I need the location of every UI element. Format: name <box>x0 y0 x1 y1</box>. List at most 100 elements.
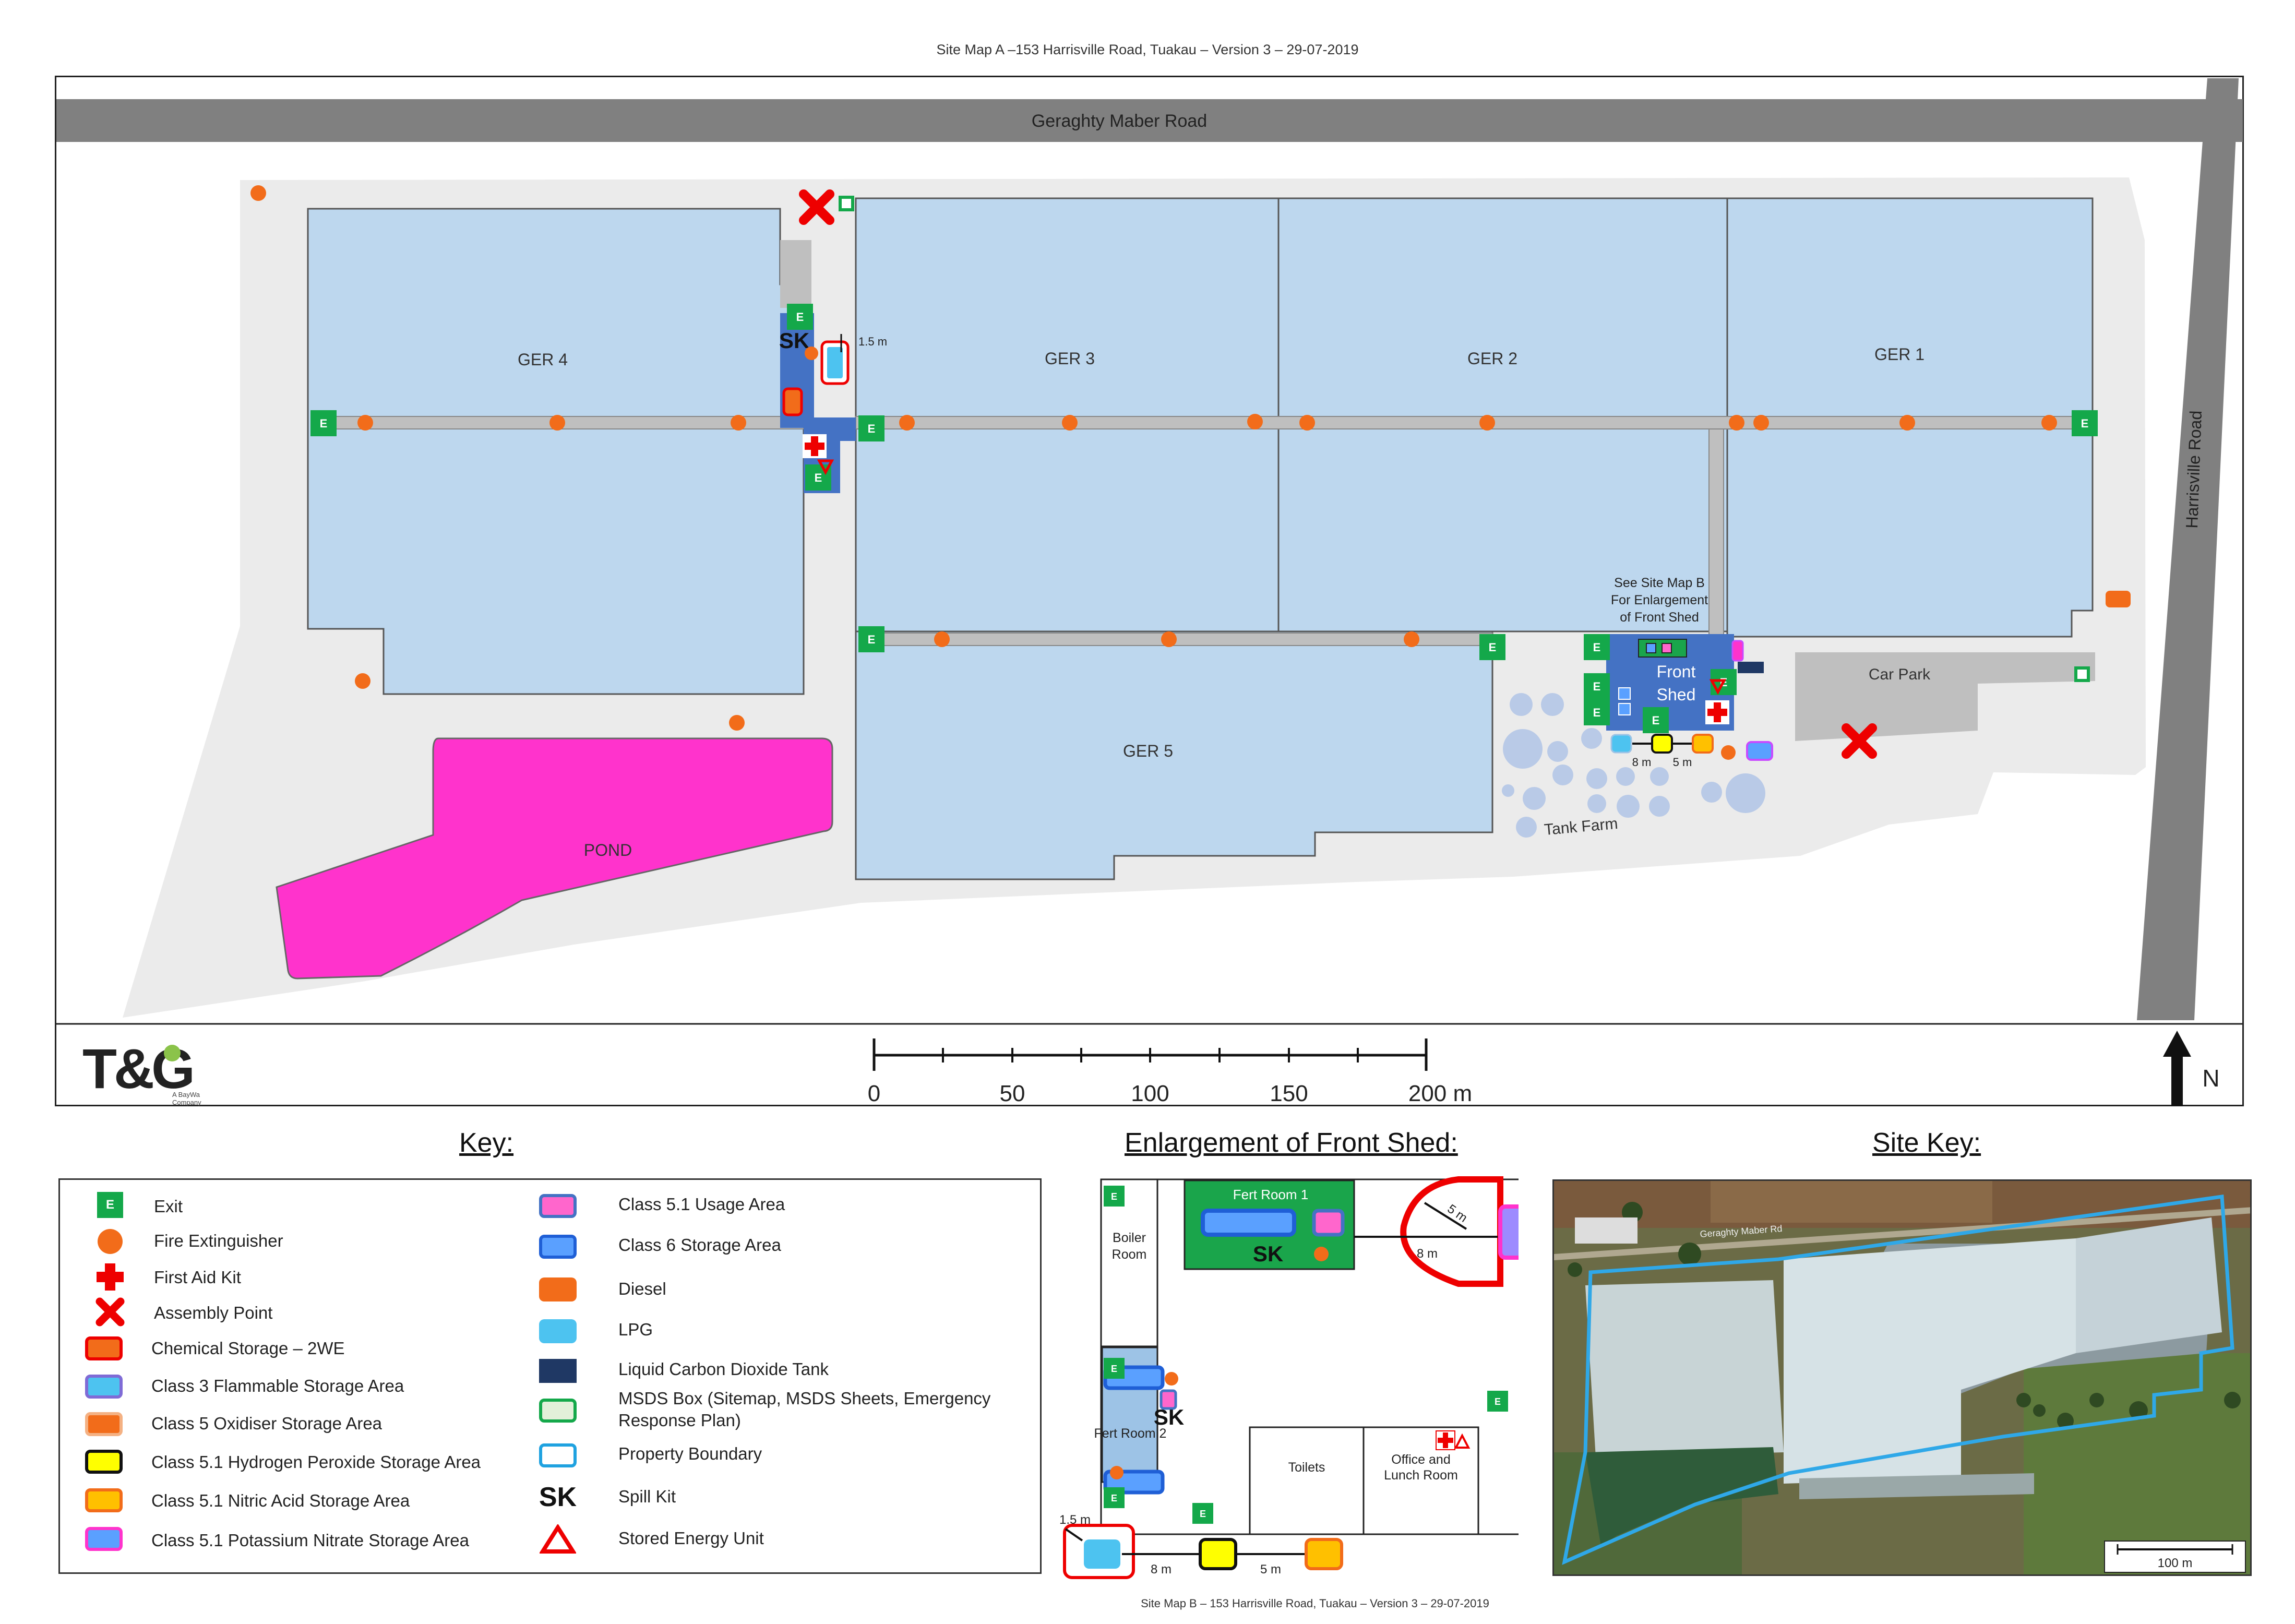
svg-text:E: E <box>1489 641 1497 654</box>
scale-200: 200 m <box>1408 1081 1472 1106</box>
diesel-swatch <box>539 1277 577 1301</box>
key-title: Key: <box>459 1128 514 1158</box>
ger5-label: GER 5 <box>1123 742 1173 760</box>
key-label: Fire Extinguisher <box>154 1231 283 1250</box>
svg-text:E: E <box>1593 641 1601 654</box>
boiler-room-label-2: Room <box>1112 1247 1147 1262</box>
office-label-2: Lunch Room <box>1384 1468 1458 1483</box>
see-map-b-line1: See Site Map B <box>1614 576 1705 590</box>
enl-dist-5m-b: 5 m <box>1260 1562 1281 1577</box>
geraghty-road-label: Geraghty Maber Road <box>1032 111 1207 131</box>
key-label: Class 5.1 Hydrogen Peroxide Storage Area <box>151 1452 481 1472</box>
usage-area-swatch <box>539 1194 577 1218</box>
ger3-label: GER 3 <box>1045 349 1095 368</box>
svg-text:E: E <box>868 422 876 435</box>
enl-dist-8m-b: 8 m <box>1151 1562 1172 1577</box>
key-label: Property Boundary <box>618 1444 762 1463</box>
key-label: Class 5.1 Usage Area <box>618 1195 785 1214</box>
chemical-storage-icon <box>85 1336 123 1360</box>
logo-sub-2: Company <box>172 1098 201 1106</box>
fire-extinguisher-icon <box>98 1229 123 1254</box>
see-map-b-line3: of Front Shed <box>1620 610 1699 625</box>
class6-swatch <box>539 1235 577 1259</box>
front-shed-label: Front <box>1657 662 1696 681</box>
map-dist-5m: 5 m <box>1673 756 1692 769</box>
svg-text:E: E <box>2081 417 2089 430</box>
site-map-a: Geraghty Maber Road Harrisville Road PON… <box>56 78 2243 1106</box>
map-spill-kit: SK <box>779 328 809 353</box>
key-label: Class 5 Oxidiser Storage Area <box>151 1414 382 1433</box>
aisle-south <box>866 632 1493 646</box>
class3-swatch <box>85 1375 123 1399</box>
svg-text:E: E <box>1495 1396 1501 1407</box>
stored-energy-icon <box>540 1524 576 1554</box>
key-label: Exit <box>154 1197 183 1216</box>
toilets-label: Toilets <box>1288 1460 1325 1475</box>
enl-spill-kit-2: SK <box>1154 1405 1184 1429</box>
enl-dist-15: 1.5 m <box>1059 1513 1091 1527</box>
first-aid-icon <box>97 1263 124 1291</box>
svg-text:E: E <box>815 471 822 484</box>
key-label: Liquid Carbon Dioxide Tank <box>618 1359 829 1379</box>
hydrogen-peroxide-swatch <box>85 1450 123 1474</box>
ger4-label: GER 4 <box>518 350 568 369</box>
logo-sub-1: A BayWa <box>172 1091 200 1098</box>
key-box: E Exit Fire Extinguisher First Aid Kit A… <box>58 1178 1042 1574</box>
key-label: Class 3 Flammable Storage Area <box>151 1376 404 1395</box>
msds-box-swatch <box>539 1399 577 1423</box>
potassium-nitrate-swatch <box>85 1527 123 1551</box>
scale-50: 50 <box>1000 1081 1025 1106</box>
key-label: Stored Energy Unit <box>618 1529 764 1548</box>
key-label: Spill Kit <box>618 1487 676 1506</box>
property-boundary-swatch <box>539 1443 577 1467</box>
svg-text:E: E <box>868 633 876 646</box>
svg-text:E: E <box>320 417 328 430</box>
key-label: Class 6 Storage Area <box>618 1235 781 1255</box>
key-label: Diesel <box>618 1279 666 1298</box>
key-label: LPG <box>618 1320 653 1339</box>
scale-150: 150 <box>1270 1081 1308 1106</box>
car-park-label: Car Park <box>1869 666 1931 683</box>
diesel-map <box>2106 591 2131 607</box>
svg-text:E: E <box>1652 714 1660 727</box>
aisle-vertical <box>1708 428 1724 636</box>
svg-text:E: E <box>1111 1191 1117 1202</box>
scale-0: 0 <box>868 1081 880 1106</box>
key-label: Assembly Point <box>154 1303 273 1322</box>
co2-tank-swatch <box>539 1359 577 1383</box>
site-key-title: Site Key: <box>1872 1128 1981 1158</box>
enl-dist-8m: 8 m <box>1417 1247 1438 1261</box>
spill-kit-icon: SK <box>539 1482 577 1512</box>
map-dist-8m: 8 m <box>1632 756 1652 769</box>
key-label: MSDS Box (Sitemap, MSDS Sheets, Emergenc… <box>618 1389 991 1430</box>
fert-room-1-label: Fert Room 1 <box>1233 1187 1309 1202</box>
key-label: First Aid Kit <box>154 1268 241 1287</box>
svg-text:E: E <box>1593 706 1601 719</box>
key-label: Class 5.1 Nitric Acid Storage Area <box>151 1491 410 1510</box>
corridor-grey <box>780 240 811 308</box>
svg-text:E: E <box>796 311 804 324</box>
aerial-scale-label: 100 m <box>2158 1556 2193 1570</box>
front-shed-enlargement: Fert Room 1 SK Boiler Room Fert Room 2 S… <box>1059 1176 1519 1579</box>
harrisville-road <box>2137 78 2239 1020</box>
svg-text:E: E <box>1111 1364 1117 1374</box>
svg-text:E: E <box>1593 680 1601 693</box>
lpg-swatch <box>539 1319 577 1343</box>
ger1-label: GER 1 <box>1874 345 1925 364</box>
exit-icon: E <box>97 1192 123 1218</box>
svg-text:E: E <box>1111 1493 1117 1503</box>
map-b-caption: Site Map B – 153 Harrisville Road, Tuaka… <box>1141 1597 1489 1610</box>
scale-100: 100 <box>1131 1081 1169 1106</box>
north-label: N <box>2202 1065 2219 1092</box>
greenhouse-ger2 <box>1277 197 1728 632</box>
boiler-room-label: Boiler <box>1113 1231 1146 1245</box>
class5-swatch <box>85 1412 123 1436</box>
svg-text:E: E <box>1200 1509 1206 1519</box>
greenhouse-ger3 <box>855 197 1280 632</box>
north-arrow-icon <box>2163 1031 2191 1106</box>
pond-label: POND <box>584 841 632 859</box>
enlargement-title: Enlargement of Front Shed: <box>1125 1128 1458 1158</box>
office-label: Office and <box>1391 1452 1451 1467</box>
ger2-label: GER 2 <box>1467 349 1517 368</box>
key-label: Class 5.1 Potassium Nitrate Storage Area <box>151 1531 469 1550</box>
